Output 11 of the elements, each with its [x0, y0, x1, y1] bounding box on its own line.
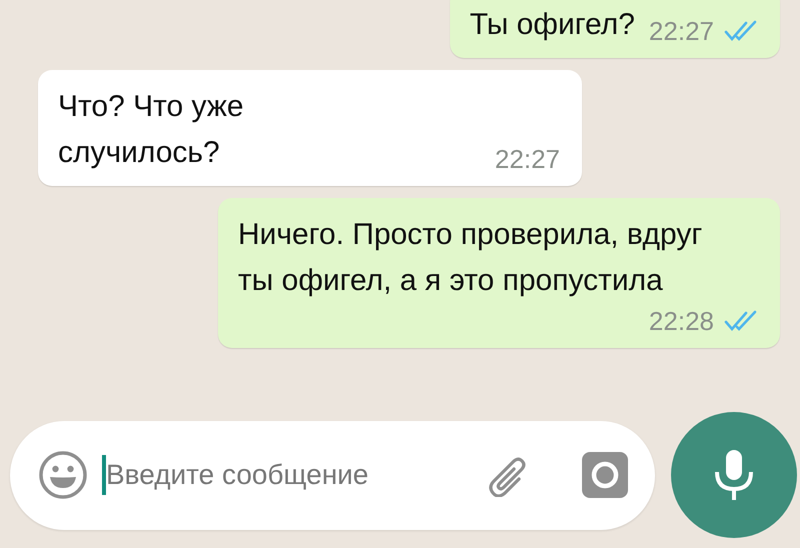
- text-cursor: [102, 455, 106, 495]
- message-text: Ты офигел?: [470, 7, 635, 43]
- microphone-icon: [712, 448, 756, 502]
- emoji-icon[interactable]: [38, 450, 88, 500]
- message-text: Ничего. Просто проверила, вдруг ты офигел, а я это пропустила: [238, 217, 704, 299]
- message-time: 22:27: [648, 15, 714, 48]
- message-text: Что? Что уже случилось?: [58, 89, 245, 171]
- message-input[interactable]: Введите сообщение: [106, 459, 436, 491]
- message-time: 22:27: [494, 143, 560, 176]
- camera-icon[interactable]: [581, 451, 629, 499]
- message-time: 22:28: [648, 305, 714, 338]
